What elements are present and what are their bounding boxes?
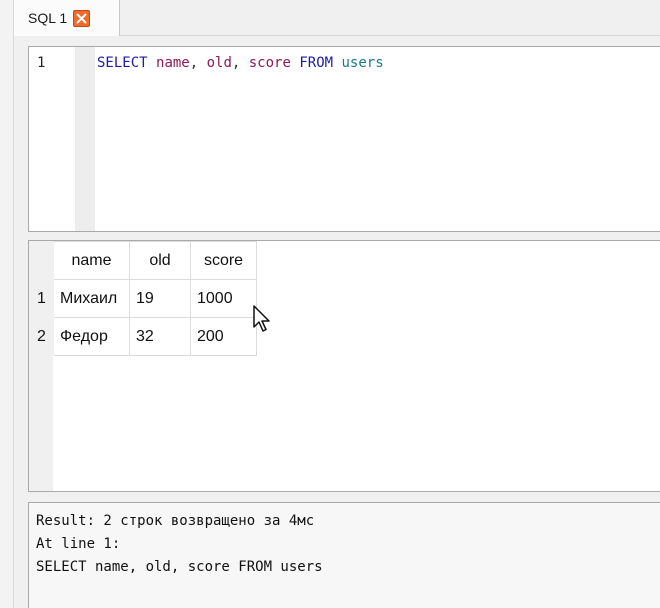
column-header-name[interactable]: name (53, 241, 130, 280)
column-header-old[interactable]: old (129, 241, 191, 280)
column-header-score[interactable]: score (190, 241, 257, 280)
row-number[interactable]: 2 (29, 317, 54, 356)
sql-editor-window: SQL 1 1 SELECT name, old, score FROM use… (0, 0, 660, 608)
cell-old[interactable]: 32 (129, 317, 191, 356)
cell-score[interactable]: 200 (190, 317, 257, 356)
sql-code-editor[interactable]: 1 SELECT name, old, score FROM users (28, 46, 660, 232)
tab-sql-1[interactable]: SQL 1 (14, 0, 120, 36)
comma: , (231, 55, 249, 71)
table-users: users (341, 55, 384, 71)
keyword-select: SELECT (97, 55, 148, 71)
results-table: name old score 1 Михаил 19 1000 2 Федор … (29, 241, 257, 356)
table-row: 1 Михаил 19 1000 (29, 279, 257, 318)
header-row: name old score (29, 241, 257, 280)
line-number-gutter: 1 (29, 47, 95, 231)
column-score: score (248, 55, 291, 71)
message-pane: Result: 2 строк возвращено за 4мс At lin… (28, 502, 660, 608)
mouse-cursor-icon (252, 304, 274, 339)
executed-query-message: SELECT name, old, score FROM users (36, 559, 323, 575)
corner-cell (29, 241, 54, 280)
keyword-from: FROM (299, 55, 334, 71)
column-name: name (156, 55, 190, 71)
column-old: old (206, 55, 232, 71)
result-message: Result: 2 строк возвращено за 4мс (36, 513, 315, 529)
tab-bar: SQL 1 (14, 0, 660, 36)
close-icon[interactable] (73, 9, 91, 27)
line-number: 1 (37, 55, 46, 71)
results-grid[interactable]: name old score 1 Михаил 19 1000 2 Федор … (28, 240, 660, 492)
code-line-1[interactable]: SELECT name, old, score FROM users (97, 55, 384, 71)
cell-score[interactable]: 1000 (190, 279, 257, 318)
cell-name[interactable]: Федор (53, 317, 130, 356)
cell-name[interactable]: Михаил (53, 279, 130, 318)
cell-old[interactable]: 19 (129, 279, 191, 318)
tab-label: SQL 1 (28, 10, 68, 26)
fold-margin (75, 47, 95, 231)
comma: , (189, 55, 207, 71)
left-panel-strip (0, 0, 14, 608)
at-line-message: At line 1: (36, 536, 121, 552)
table-row: 2 Федор 32 200 (29, 317, 257, 356)
row-number[interactable]: 1 (29, 279, 54, 318)
